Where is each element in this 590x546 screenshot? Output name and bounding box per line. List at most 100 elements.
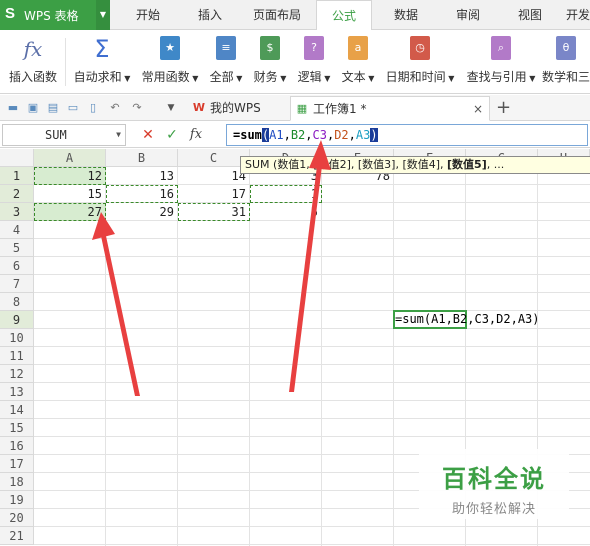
fx-icon[interactable]: fx — [186, 125, 206, 145]
new-tab-icon[interactable]: + — [496, 97, 511, 119]
grid-line — [34, 292, 590, 293]
watermark-subtitle: 助你轻松解决 — [451, 502, 536, 517]
redo-icon[interactable]: ↷ — [130, 101, 144, 115]
star-book-icon: ★ — [158, 36, 182, 62]
tab-view[interactable]: 视图 — [506, 0, 554, 30]
cell-c3[interactable]: 31 — [178, 203, 250, 221]
tab-review[interactable]: 审阅 — [444, 0, 492, 30]
cell-c2[interactable]: 17 — [178, 185, 250, 203]
grid-line — [105, 167, 106, 546]
chevron-down-icon[interactable]: ▼ — [116, 125, 121, 145]
app-name: WPS 表格 — [24, 9, 79, 23]
tab-developer[interactable]: 开发 — [566, 0, 590, 30]
row-header-8[interactable]: 8 — [0, 293, 34, 311]
row-header-11[interactable]: 11 — [0, 347, 34, 365]
row-header-14[interactable]: 14 — [0, 401, 34, 419]
insert-function-button[interactable]: fx 插入函数 — [4, 34, 62, 90]
finance-button[interactable]: $ 财务 ▼ — [248, 34, 292, 90]
column-header-a[interactable]: A — [34, 149, 106, 167]
logic-button[interactable]: ? 逻辑 ▼ — [292, 34, 336, 90]
row-header-21[interactable]: 21 — [0, 527, 34, 545]
grid-line — [34, 274, 590, 275]
fx-icon: fx — [23, 37, 43, 61]
more-chevron-icon[interactable]: ▼ — [164, 101, 178, 115]
cell-a2[interactable]: 15 — [34, 185, 106, 203]
book-icon: ≡ — [214, 36, 238, 62]
datetime-button[interactable]: ◷ 日期和时间 ▼ — [380, 34, 460, 90]
row-header-4[interactable]: 4 — [0, 221, 34, 239]
row-header-7[interactable]: 7 — [0, 275, 34, 293]
cell-a3[interactable]: 27 — [34, 203, 106, 221]
cell-d3[interactable]: 5 — [250, 203, 322, 221]
app-menu-button[interactable]: S WPS 表格 ▼ — [0, 0, 110, 30]
ribbon: fx 插入函数 Σ 自动求和 ▼ ★ 常用函数 ▼ ≡ 全部 ▼ $ 财务 ▼ … — [0, 30, 590, 94]
row-header-9[interactable]: 9 — [0, 311, 34, 329]
clock-book-icon: ◷ — [408, 36, 432, 62]
row-header-3[interactable]: 3 — [0, 203, 34, 221]
formula-input[interactable]: =sum(A1,B2,C3,D2,A3) — [226, 124, 588, 146]
all-functions-button[interactable]: ≡ 全部 ▼ — [204, 34, 248, 90]
row-header-6[interactable]: 6 — [0, 257, 34, 275]
text-functions-button[interactable]: a 文本 ▼ — [336, 34, 380, 90]
folder-icon[interactable]: ▬ — [6, 101, 20, 115]
grid-line — [321, 167, 322, 546]
tab-home[interactable]: 开始 — [124, 0, 172, 30]
grid-line — [249, 167, 250, 546]
row-header-13[interactable]: 13 — [0, 383, 34, 401]
row-header-18[interactable]: 18 — [0, 473, 34, 491]
chevron-down-icon[interactable]: ▼ — [96, 0, 110, 30]
spreadsheet-grid[interactable]: A B C D E F G H 1 2 3 4 5 6 7 8 9 10 11 … — [0, 149, 590, 546]
export-pdf-icon[interactable]: ▤ — [46, 101, 60, 115]
print-icon[interactable]: ▭ — [66, 101, 80, 115]
save-icon[interactable]: ▣ — [26, 101, 40, 115]
row-header-5[interactable]: 5 — [0, 239, 34, 257]
common-functions-button[interactable]: ★ 常用函数 ▼ — [138, 34, 202, 90]
row-header-19[interactable]: 19 — [0, 491, 34, 509]
row-header-20[interactable]: 20 — [0, 509, 34, 527]
spreadsheet-icon: ▦ — [296, 102, 308, 115]
undo-icon[interactable]: ↶ — [108, 101, 122, 115]
row-header-15[interactable]: 15 — [0, 419, 34, 437]
grid-line — [34, 256, 590, 257]
lookup-button[interactable]: ⌕ 查找与引用 ▼ — [462, 34, 540, 90]
autosum-button[interactable]: Σ 自动求和 ▼ — [70, 34, 134, 90]
row-header-16[interactable]: 16 — [0, 437, 34, 455]
grid-line — [34, 346, 590, 347]
finance-book-icon: $ — [258, 36, 282, 62]
cell-b2[interactable]: 16 — [106, 185, 178, 203]
cell-a1[interactable]: 12 — [34, 167, 106, 185]
tab-page-layout[interactable]: 页面布局 — [244, 0, 310, 30]
cell-b1[interactable]: 13 — [106, 167, 178, 185]
wps-w-icon: W — [192, 101, 206, 114]
cell-b3[interactable]: 29 — [106, 203, 178, 221]
row-header-2[interactable]: 2 — [0, 185, 34, 203]
select-all-corner[interactable] — [0, 149, 34, 167]
ribbon-separator — [65, 38, 66, 86]
cell-d2[interactable]: 1 — [250, 185, 322, 203]
tab-formulas[interactable]: 公式 — [316, 0, 372, 31]
row-header-12[interactable]: 12 — [0, 365, 34, 383]
column-header-b[interactable]: B — [106, 149, 178, 167]
watermark-title: 百科全说 — [442, 465, 546, 493]
quick-access-bar: ▬ ▣ ▤ ▭ ▯ ↶ ↷ ▼ W 我的WPS ▦ 工作簿1 * × + — [0, 95, 590, 121]
close-tab-icon[interactable]: × — [473, 97, 483, 121]
tab-insert[interactable]: 插入 — [186, 0, 234, 30]
cancel-formula-icon[interactable]: ✕ — [138, 125, 158, 145]
row-header-17[interactable]: 17 — [0, 455, 34, 473]
active-cell-formula: =sum(A1,B2,C3,D2,A3) — [395, 312, 540, 326]
row-header-10[interactable]: 10 — [0, 329, 34, 347]
grid-line — [34, 400, 590, 401]
math-button[interactable]: θ 数学和三 — [542, 34, 590, 90]
tab-data[interactable]: 数据 — [382, 0, 430, 30]
print-preview-icon[interactable]: ▯ — [86, 101, 100, 115]
name-box[interactable]: SUM ▼ — [2, 124, 126, 146]
grid-line — [34, 436, 590, 437]
tab-workbook1[interactable]: ▦ 工作簿1 * × — [290, 96, 490, 121]
menu-bar: S WPS 表格 ▼ 开始 插入 页面布局 公式 数据 审阅 视图 开发 — [0, 0, 590, 31]
tab-my-wps[interactable]: W 我的WPS — [188, 96, 284, 121]
grid-line — [34, 544, 590, 545]
confirm-formula-icon[interactable]: ✓ — [162, 125, 182, 145]
grid-line — [34, 364, 590, 365]
row-header-1[interactable]: 1 — [0, 167, 34, 185]
grid-line — [177, 167, 178, 546]
